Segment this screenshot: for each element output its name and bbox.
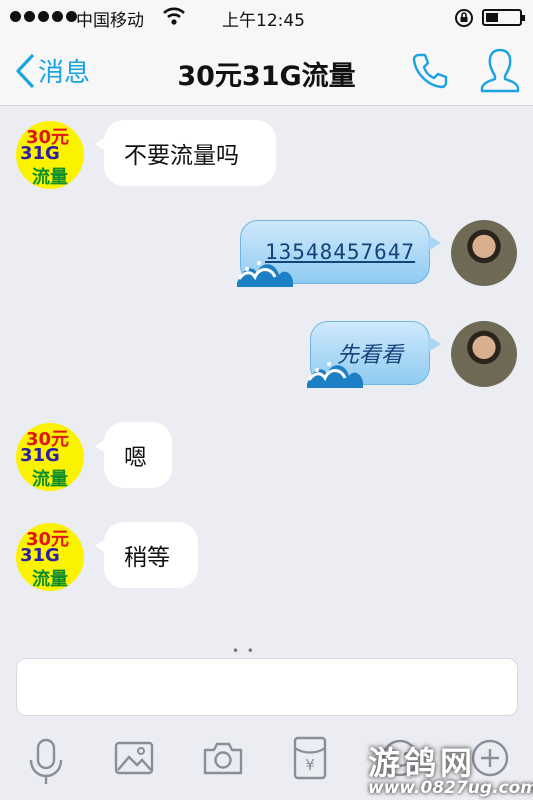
chat-messages[interactable]: 30元 31G 流量 不要流量吗 13548457647 先看看 30元 31G… xyxy=(0,107,533,647)
profile-icon xyxy=(480,48,520,93)
more-button[interactable] xyxy=(470,738,510,782)
message-bubble-incoming[interactable]: 嗯 xyxy=(95,422,172,488)
status-bar: 中国移动 上午12:45 xyxy=(0,0,533,34)
rotation-lock-icon xyxy=(454,8,474,33)
profile-button[interactable] xyxy=(478,46,522,98)
message-bubble-outgoing[interactable]: 先看看 xyxy=(307,321,441,388)
message-bubble-incoming[interactable]: 稍等 xyxy=(95,522,198,588)
input-toolbar: ¥ xyxy=(0,726,533,800)
red-packet-icon: ¥ xyxy=(293,736,327,780)
phone-icon xyxy=(412,53,448,89)
image-button[interactable] xyxy=(114,740,154,780)
message-bubble-outgoing[interactable]: 13548457647 xyxy=(237,220,441,287)
message-bubble-incoming[interactable]: 不要流量吗 xyxy=(95,120,276,186)
microphone-icon xyxy=(29,738,63,784)
scroll-indicator: • • xyxy=(232,644,254,658)
status-time: 上午12:45 xyxy=(222,11,305,31)
contact-avatar[interactable]: 30元 31G 流量 xyxy=(16,523,84,591)
my-avatar[interactable] xyxy=(451,220,517,286)
message-text: 嗯 xyxy=(124,445,147,471)
voice-button[interactable] xyxy=(26,736,66,792)
wave-decoration-icon xyxy=(307,362,363,388)
wifi-icon xyxy=(162,6,186,31)
image-icon xyxy=(114,741,154,775)
message-input[interactable] xyxy=(16,658,518,716)
call-button[interactable] xyxy=(410,50,450,94)
wave-decoration-icon xyxy=(237,261,293,287)
camera-button[interactable] xyxy=(202,740,244,780)
chevron-left-icon xyxy=(16,53,34,88)
camera-icon xyxy=(203,742,243,775)
plus-icon xyxy=(471,739,509,777)
nav-bar: 消息 30元31G流量 xyxy=(0,34,533,106)
emoji-button[interactable] xyxy=(380,738,420,782)
battery-icon xyxy=(482,9,525,26)
emoji-icon xyxy=(381,739,419,777)
message-text: 稍等 xyxy=(124,545,170,571)
message-text: 不要流量吗 xyxy=(124,143,239,169)
carrier-name: 中国移动 xyxy=(76,11,144,31)
red-packet-button[interactable]: ¥ xyxy=(293,736,327,784)
red-packet-symbol: ¥ xyxy=(305,756,315,774)
back-button[interactable]: 消息 xyxy=(14,52,90,89)
back-label: 消息 xyxy=(38,58,91,88)
signal-strength-icon xyxy=(10,11,77,22)
contact-avatar[interactable]: 30元 31G 流量 xyxy=(16,423,84,491)
my-avatar[interactable] xyxy=(451,321,517,387)
contact-avatar[interactable]: 30元 31G 流量 xyxy=(16,121,84,189)
